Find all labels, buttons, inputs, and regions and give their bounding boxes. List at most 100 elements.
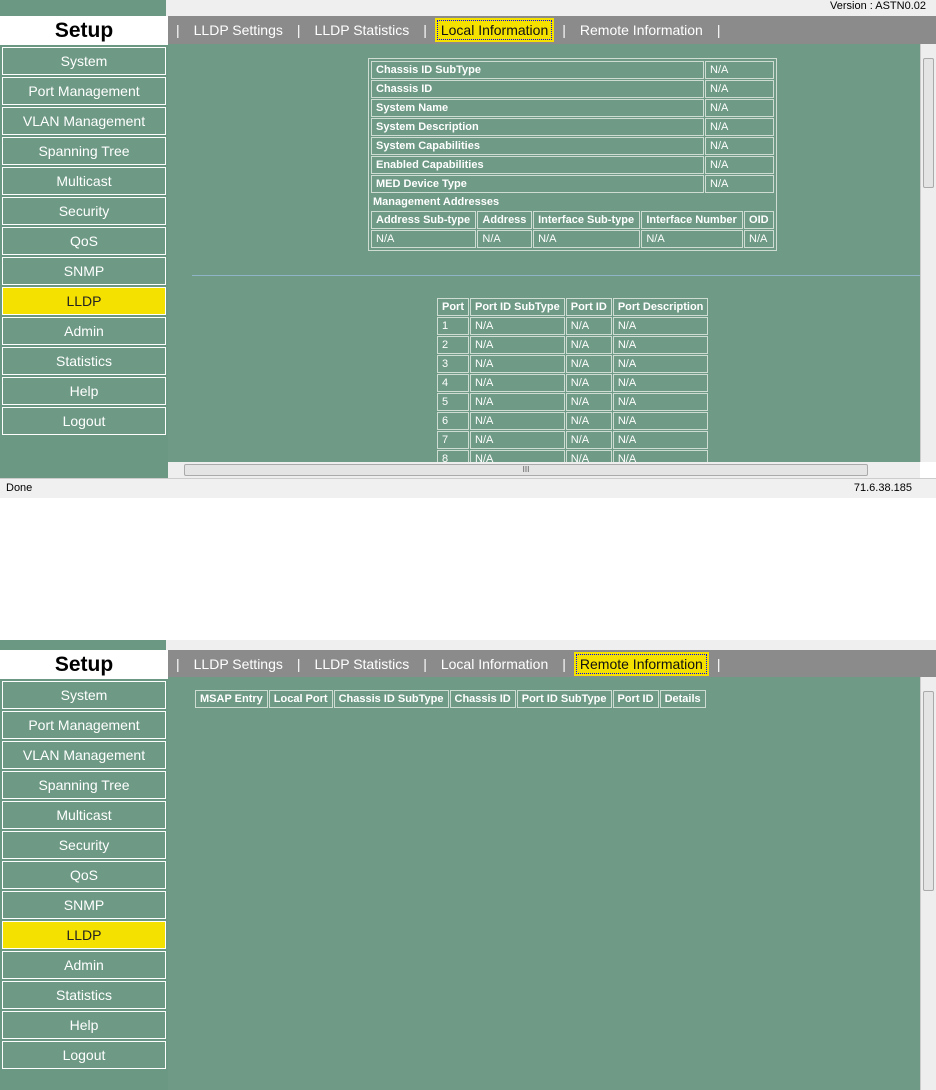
cell: 4	[437, 374, 469, 392]
sidebar-item-statistics[interactable]: Statistics	[2, 347, 166, 375]
tab-lldp-settings[interactable]: LLDP Settings	[188, 650, 289, 678]
sidebar-item-security[interactable]: Security	[2, 197, 166, 225]
info-label: MED Device Type	[371, 175, 704, 193]
vertical-scrollbar[interactable]	[920, 677, 936, 1090]
info-label: Chassis ID	[371, 80, 704, 98]
info-row: System Description N/A	[371, 118, 774, 136]
sidebar-item-spanning-tree[interactable]: Spanning Tree	[2, 137, 166, 165]
sidebar: Setup System Port Management VLAN Manageme…	[0, 650, 168, 1090]
tab-separator: |	[296, 656, 301, 672]
info-row: System Name N/A	[371, 99, 774, 117]
ip-address: 71.6.38.185	[853, 482, 912, 494]
column-header: Port ID	[565, 298, 612, 316]
cell: 2	[437, 336, 469, 354]
tab-separator: |	[176, 22, 180, 38]
info-value: N/A	[705, 137, 774, 155]
column-header: Chassis ID SubType	[333, 690, 449, 708]
sidebar-item-multicast[interactable]: Multicast	[2, 167, 166, 195]
version-label: Version : ASTN0.02	[830, 0, 926, 12]
cell: N/A	[612, 317, 709, 335]
tab-lldp-settings[interactable]: LLDP Settings	[188, 16, 289, 44]
sidebar-item-system[interactable]: System	[2, 681, 166, 709]
cell: N/A	[612, 336, 709, 354]
sidebar-item-qos[interactable]: QoS	[2, 227, 166, 255]
port-table: Port Port ID SubType Port ID Port Descripti…	[436, 297, 709, 469]
table-row: 4 N/A N/A N/A	[437, 374, 709, 392]
info-value: N/A	[705, 99, 774, 117]
info-row: System Capabilities N/A	[371, 137, 774, 155]
sidebar-item-logout[interactable]: Logout	[2, 1041, 166, 1069]
cell: N/A	[612, 431, 709, 449]
sidebar-item-help[interactable]: Help	[2, 377, 166, 405]
screenshot-local-information: Version : ASTN0.02 Setup System Port Mana…	[0, 0, 936, 498]
remote-info-content: MSAP Entry Local Port Chassis ID SubType Ch…	[168, 677, 920, 1090]
tab-bar: | LLDP Settings | LLDP Statistics | Local Inf…	[168, 650, 936, 677]
tab-remote-information[interactable]: Remote Information	[574, 16, 709, 44]
sidebar-item-port-management[interactable]: Port Management	[2, 711, 166, 739]
info-value: N/A	[705, 156, 774, 174]
sidebar-item-admin[interactable]: Admin	[2, 317, 166, 345]
tab-separator: |	[716, 656, 721, 672]
divider	[192, 275, 920, 276]
cell: N/A	[470, 393, 565, 411]
horizontal-scrollbar[interactable]: III	[168, 462, 920, 478]
sidebar-item-statistics[interactable]: Statistics	[2, 981, 166, 1009]
cell: N/A	[533, 230, 641, 248]
info-value: N/A	[705, 118, 774, 136]
sidebar-item-spanning-tree[interactable]: Spanning Tree	[2, 771, 166, 799]
column-header: Chassis ID	[449, 690, 516, 708]
local-info-panel: Chassis ID SubType N/A Chassis ID N/A System…	[368, 58, 777, 251]
column-header: Details	[659, 690, 706, 708]
table-row: 2 N/A N/A N/A	[437, 336, 709, 354]
column-header: Address Sub-type	[371, 211, 477, 229]
tab-separator: |	[562, 22, 566, 38]
sidebar-item-multicast[interactable]: Multicast	[2, 801, 166, 829]
cell: N/A	[565, 431, 612, 449]
info-row: Chassis ID N/A	[371, 80, 774, 98]
sidebar-item-vlan-management[interactable]: VLAN Management	[2, 107, 166, 135]
sidebar-item-snmp[interactable]: SNMP	[2, 257, 166, 285]
info-label: System Description	[371, 118, 704, 136]
tab-local-information[interactable]: Local Information	[435, 650, 554, 678]
table-row: 1 N/A N/A N/A	[437, 317, 709, 335]
sidebar-item-admin[interactable]: Admin	[2, 951, 166, 979]
sidebar-item-lldp[interactable]: LLDP	[2, 287, 166, 315]
management-addresses-title: Management Addresses	[373, 196, 500, 208]
sidebar-item-vlan-management[interactable]: VLAN Management	[2, 741, 166, 769]
cell: N/A	[470, 374, 565, 392]
sidebar: Setup System Port Management VLAN Manageme…	[0, 16, 168, 498]
sidebar-item-snmp[interactable]: SNMP	[2, 891, 166, 919]
cell: N/A	[565, 374, 612, 392]
tab-remote-information[interactable]: Remote Information	[573, 652, 709, 676]
setup-title: Setup	[0, 650, 168, 679]
sidebar-item-logout[interactable]: Logout	[2, 407, 166, 435]
column-header: MSAP Entry	[195, 690, 268, 708]
status-bar: Done 71.6.38.185	[0, 478, 936, 498]
status-text: Done	[6, 482, 33, 494]
column-header: Interface Sub-type	[533, 211, 641, 229]
cell: N/A	[470, 355, 565, 373]
sidebar-item-lldp[interactable]: LLDP	[2, 921, 166, 949]
cell: 5	[437, 393, 469, 411]
info-value: N/A	[705, 80, 774, 98]
table-row: 3 N/A N/A N/A	[437, 355, 709, 373]
info-label: System Name	[371, 99, 704, 117]
cell: N/A	[470, 431, 565, 449]
tab-separator: |	[423, 22, 427, 38]
tab-lldp-statistics[interactable]: LLDP Statistics	[309, 16, 416, 44]
column-header: Port ID SubType	[516, 690, 612, 708]
info-row: Chassis ID SubType N/A	[371, 61, 774, 79]
sidebar-item-help[interactable]: Help	[2, 1011, 166, 1039]
sidebar-item-security[interactable]: Security	[2, 831, 166, 859]
sidebar-item-qos[interactable]: QoS	[2, 861, 166, 889]
column-header: Interface Number	[641, 211, 744, 229]
cell: N/A	[565, 393, 612, 411]
cell: N/A	[612, 374, 709, 392]
sidebar-item-system[interactable]: System	[2, 47, 166, 75]
sidebar-item-port-management[interactable]: Port Management	[2, 77, 166, 105]
cell: 6	[437, 412, 469, 430]
tab-lldp-statistics[interactable]: LLDP Statistics	[309, 650, 416, 678]
vertical-scrollbar[interactable]	[920, 44, 936, 462]
cell: N/A	[470, 336, 565, 354]
tab-local-information[interactable]: Local Information	[434, 18, 555, 42]
